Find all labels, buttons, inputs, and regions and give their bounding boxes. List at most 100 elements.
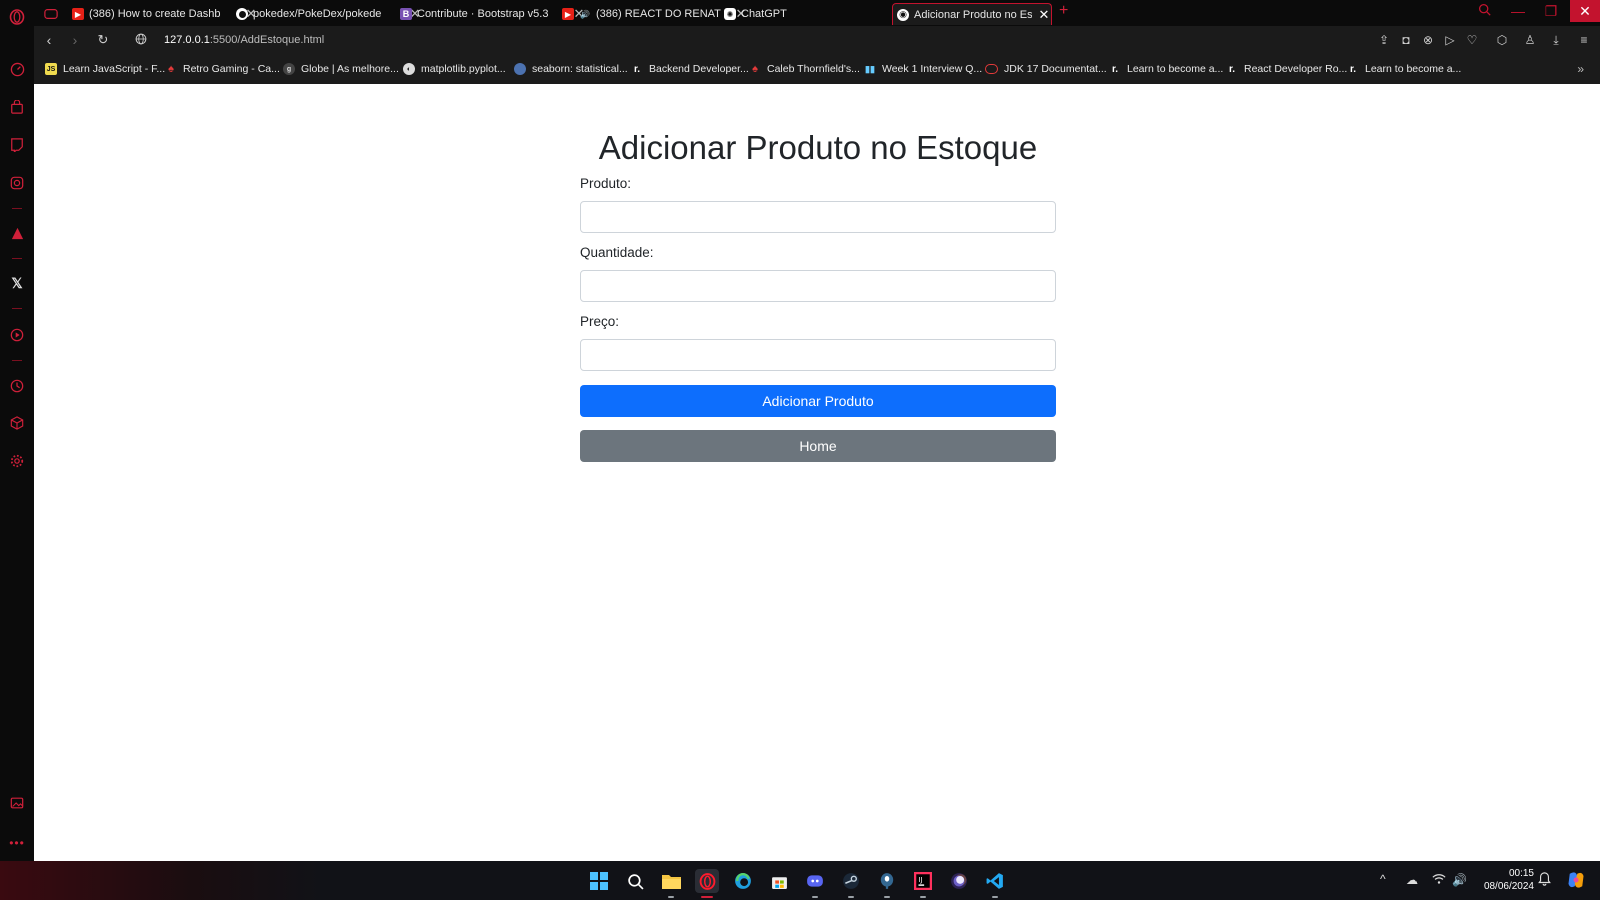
bookmark-label: Globe | As melhore... (301, 63, 399, 75)
opera-logo-icon[interactable] (8, 8, 26, 26)
bookmark-item[interactable]: seaborn: statistical... (514, 63, 628, 75)
player-icon[interactable] (8, 326, 26, 344)
search-icon[interactable] (623, 869, 647, 893)
workspaces-icon[interactable] (40, 3, 62, 25)
tab-title: (386) REACT DO RENAT (596, 8, 721, 20)
bookmark-item[interactable]: g Globe | As melhore... (283, 63, 399, 75)
twitch-icon[interactable] (8, 136, 26, 154)
bookmark-item[interactable]: r. Backend Developer... (631, 63, 749, 75)
x-twitter-icon[interactable]: 𝕏 (8, 274, 26, 292)
interview-icon: ▮▮ (865, 63, 875, 74)
tab-title: Adicionar Produto no Estoq (914, 8, 1032, 21)
home-button[interactable]: Home (580, 430, 1056, 462)
tab-adicionar-produto[interactable]: ◉ Adicionar Produto no Estoq ✕ (892, 3, 1052, 25)
share-icon[interactable]: ⇪ (1376, 33, 1392, 47)
show-hidden-icons-chevron-icon[interactable]: ^ (1380, 872, 1386, 886)
github-icon (236, 8, 248, 20)
bookmark-item[interactable]: ♠ Caleb Thornfield's... (749, 63, 860, 75)
send-icon[interactable]: ▷ (1442, 33, 1458, 47)
system-clock[interactable]: 00:15 08/06/2024 (1484, 867, 1534, 893)
shopping-icon[interactable] (8, 98, 26, 116)
sidebar-divider (12, 258, 22, 259)
postgresql-icon[interactable] (875, 869, 899, 893)
extensions-icon[interactable]: ⬡ (1494, 33, 1510, 47)
caleb-site-icon: ♠ (752, 63, 758, 75)
bookmark-item[interactable]: r. Learn to become a... (1347, 63, 1461, 75)
steam-icon[interactable] (839, 869, 863, 893)
tab-youtube-dashboard[interactable]: ▶ (386) How to create Dashb ✕ (68, 3, 258, 25)
snapshot-camera-icon[interactable]: ◘ (1398, 33, 1414, 47)
matplotlib-icon: ◐ (403, 63, 415, 75)
discord-icon[interactable] (803, 869, 827, 893)
youtube-icon: ▶ (72, 8, 84, 20)
bookmark-item[interactable]: r. React Developer Ro... (1226, 63, 1347, 75)
search-tabs-icon[interactable] (1472, 3, 1496, 19)
quantidade-input[interactable] (580, 270, 1056, 302)
running-indicator (920, 896, 926, 898)
wifi-icon[interactable] (1432, 873, 1446, 888)
windows-start-icon[interactable] (587, 869, 611, 893)
add-product-button[interactable]: Adicionar Produto (580, 385, 1056, 417)
edge-icon[interactable] (731, 869, 755, 893)
easy-setup-menu-icon[interactable]: ≡ (1576, 33, 1592, 47)
vscode-icon[interactable] (983, 869, 1007, 893)
speed-dial-icon[interactable] (8, 60, 26, 78)
bookmark-item[interactable]: ◐ matplotlib.pyplot... (403, 63, 506, 75)
settings-gear-icon[interactable] (8, 452, 26, 470)
bookmark-label: React Developer Ro... (1244, 63, 1348, 75)
profile-icon[interactable]: ♙ (1522, 33, 1538, 47)
download-icon[interactable]: ⤓ (1548, 33, 1564, 48)
produto-input[interactable] (580, 201, 1056, 233)
tab-chatgpt[interactable]: ✺ ChatGPT ✕ (720, 3, 910, 25)
page-viewport: Adicionar Produto no Estoque Produto: Qu… (34, 84, 1600, 861)
active-indicator (701, 896, 713, 898)
roadmap-icon: r. (1228, 63, 1236, 75)
tab-github-pokedex[interactable]: pokedex/PokeDex/pokede ✕ (232, 3, 422, 25)
intellij-idea-icon[interactable]: IJ (911, 869, 935, 893)
aria-icon[interactable] (8, 224, 26, 242)
bookmark-heart-icon[interactable]: ♡ (1464, 33, 1480, 47)
close-tab-icon[interactable]: ✕ (1037, 7, 1051, 23)
notifications-bell-icon[interactable] (1538, 872, 1551, 889)
more-bookmarks-chevron-icon[interactable]: » (1577, 62, 1584, 76)
copilot-icon[interactable] (1564, 868, 1588, 892)
new-tab-plus-icon[interactable]: + (1059, 2, 1068, 20)
restore-window-icon[interactable]: ❐ (1539, 3, 1563, 20)
instagram-icon[interactable] (8, 174, 26, 192)
minimize-icon[interactable]: — (1506, 3, 1530, 19)
bookmark-label: Backend Developer... (649, 63, 749, 75)
bookmark-item[interactable]: r. Learn to become a... (1109, 63, 1223, 75)
forward-arrow-icon[interactable]: › (66, 32, 84, 48)
file-explorer-icon[interactable] (659, 869, 683, 893)
reload-icon[interactable]: ↻ (94, 32, 112, 48)
adblock-icon[interactable]: ⊗ (1420, 33, 1436, 47)
back-arrow-icon[interactable]: ‹ (40, 32, 58, 48)
url-field[interactable]: 127.0.0.1:5500/AddEstoque.html (164, 34, 324, 46)
globe-icon: ◉ (897, 8, 909, 21)
opera-taskbar-icon[interactable] (695, 869, 719, 893)
tab-title: pokedex/PokeDex/pokede (253, 8, 382, 20)
running-indicator (992, 896, 998, 898)
history-icon[interactable] (8, 377, 26, 395)
produto-label: Produto: (580, 176, 632, 191)
bookmark-item[interactable]: JS Learn JavaScript - F... (45, 63, 165, 75)
running-indicator (812, 896, 818, 898)
bookmark-item[interactable]: ♠ Retro Gaming - Ca... (165, 63, 280, 75)
image-gallery-icon[interactable] (8, 794, 26, 812)
bookmark-label: seaborn: statistical... (532, 63, 628, 75)
more-options-icon[interactable]: ••• (8, 834, 26, 852)
bookmark-label: Caleb Thornfield's... (767, 63, 860, 75)
bookmark-item[interactable]: JDK 17 Documentat... (985, 63, 1107, 75)
close-window-icon[interactable]: ✕ (1570, 0, 1600, 22)
windows-taskbar: IJ ^ ☁ 🔊 00:15 08/06/2024 (0, 861, 1600, 900)
onedrive-icon[interactable]: ☁ (1406, 873, 1418, 887)
bookmark-item[interactable]: ▮▮ Week 1 Interview Q... (864, 63, 982, 75)
speaker-audio-icon[interactable]: 🔊 (579, 8, 591, 20)
eclipse-icon[interactable] (947, 869, 971, 893)
volume-icon[interactable]: 🔊 (1452, 873, 1467, 887)
microsoft-store-icon[interactable] (767, 869, 791, 893)
extensions-cube-icon[interactable] (8, 414, 26, 432)
site-info-globe-icon[interactable] (132, 33, 150, 48)
preco-input[interactable] (580, 339, 1056, 371)
bookmark-label: Learn to become a... (1365, 63, 1462, 75)
